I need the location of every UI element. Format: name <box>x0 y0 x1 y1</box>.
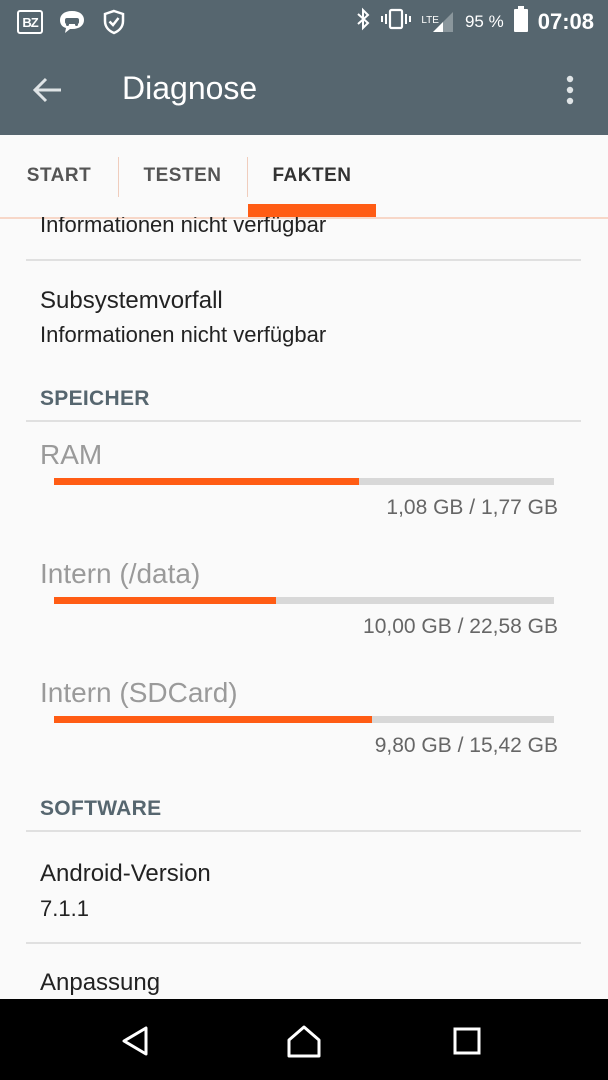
internal-sdcard-usage-fill <box>54 716 372 723</box>
section-header-memory: SPEICHER <box>40 387 150 410</box>
section-header-software: SOFTWARE <box>40 797 162 820</box>
app-bar: Diagnose <box>0 44 608 135</box>
vibrate-icon <box>381 7 412 36</box>
nav-back-button[interactable] <box>113 1019 157 1063</box>
divider <box>26 830 581 832</box>
battery-icon <box>513 6 528 37</box>
more-vert-icon <box>566 75 574 105</box>
internal-data-usage-bar <box>54 597 554 604</box>
divider <box>26 259 581 261</box>
nav-home-button[interactable] <box>282 1019 326 1063</box>
status-bar-notifications: BZ <box>16 8 128 36</box>
recents-icon <box>453 1027 481 1055</box>
network-type: LTE <box>421 14 439 26</box>
car-chat-icon <box>58 8 86 36</box>
arrow-left-icon <box>33 77 61 103</box>
bluetooth-icon <box>355 7 371 36</box>
home-icon <box>287 1025 321 1058</box>
ram-label: RAM <box>40 439 103 470</box>
internal-data-usage-fill <box>54 597 276 604</box>
back-button[interactable] <box>26 68 70 112</box>
active-tab-indicator <box>248 204 376 217</box>
internal-data-value: 10,00 GB / 22,58 GB <box>363 615 558 638</box>
android-version-title: Android-Version <box>40 860 211 887</box>
nav-recents-button[interactable] <box>445 1019 489 1063</box>
divider <box>26 942 581 944</box>
tab-start[interactable]: START <box>0 135 118 217</box>
bz-news-icon: BZ <box>16 8 44 36</box>
internal-sdcard-label: Intern (SDCard) <box>40 677 238 708</box>
divider <box>26 420 581 422</box>
tab-testen[interactable]: TESTEN <box>118 135 247 217</box>
internal-sdcard-value: 9,80 GB / 15,42 GB <box>374 734 558 757</box>
status-bar: BZ LTE 95 % 07:08 <box>0 0 608 44</box>
bz-logo-text: BZ <box>17 10 43 34</box>
ram-usage-bar <box>54 478 554 485</box>
partial-row-value: Informationen nicht verfügbar <box>40 217 327 237</box>
internal-data-label: Intern (/data) <box>40 558 201 589</box>
signal-icon: LTE <box>421 10 455 34</box>
shield-check-icon <box>100 8 128 36</box>
clock: 07:08 <box>537 8 594 34</box>
page-title: Diagnose <box>122 70 258 106</box>
ram-value: 1,08 GB / 1,77 GB <box>386 496 558 519</box>
subsystem-value: Informationen nicht verfügbar <box>40 322 327 347</box>
navigation-bar <box>0 999 608 1080</box>
android-version-value: 7.1.1 <box>40 896 89 921</box>
battery-percent: 95 % <box>464 11 504 31</box>
status-bar-system: LTE 95 % 07:08 <box>355 6 594 37</box>
back-triangle-icon <box>122 1026 148 1056</box>
ram-usage-fill <box>54 478 359 485</box>
subsystem-title: Subsystemvorfall <box>40 287 223 314</box>
customization-title: Anpassung <box>40 969 161 996</box>
internal-sdcard-usage-bar <box>54 716 554 723</box>
overflow-menu-button[interactable] <box>548 68 592 112</box>
facts-list[interactable]: Informationen nicht verfügbar Subsystemv… <box>0 217 608 999</box>
tab-bar: START TESTEN FAKTEN <box>0 135 608 219</box>
